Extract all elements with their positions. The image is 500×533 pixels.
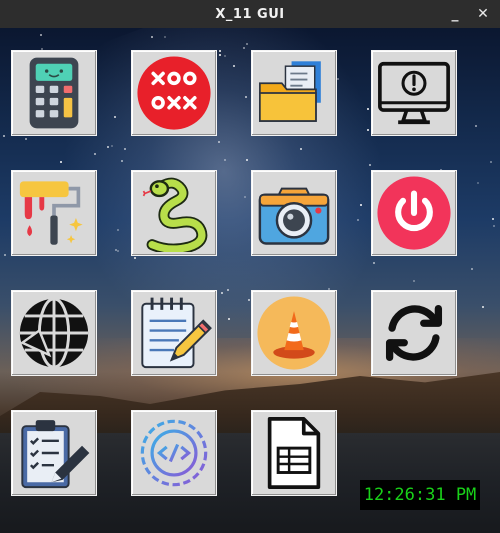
star xyxy=(117,229,119,231)
star xyxy=(94,153,96,155)
star xyxy=(357,219,359,221)
camera-icon xyxy=(258,187,330,245)
digital-clock: 12:26:31 PM xyxy=(360,480,480,510)
notepad-pencil-icon xyxy=(141,297,212,369)
star xyxy=(493,225,495,227)
star xyxy=(413,280,415,282)
star xyxy=(164,36,166,38)
star xyxy=(482,306,484,308)
star xyxy=(115,249,117,251)
app-tile-tasks[interactable] xyxy=(11,410,97,496)
star xyxy=(300,148,302,150)
star xyxy=(245,96,247,98)
star xyxy=(218,141,220,143)
close-icon: ✕ xyxy=(477,6,489,22)
clipboard-checklist-icon xyxy=(21,420,90,489)
star xyxy=(244,196,246,198)
star xyxy=(107,146,109,148)
tic-tac-toe-icon xyxy=(137,56,211,130)
star xyxy=(151,36,153,38)
star xyxy=(4,254,6,256)
star xyxy=(369,164,371,166)
app-tile-developer[interactable] xyxy=(131,410,217,496)
globe-navigation-icon xyxy=(19,297,89,369)
app-tile-file-manager[interactable] xyxy=(251,50,337,136)
desktop: 12:26:31 PM xyxy=(0,28,500,533)
star xyxy=(246,43,248,45)
star xyxy=(246,159,248,161)
star xyxy=(40,34,42,36)
python-snake-icon xyxy=(142,177,208,252)
close-button[interactable]: ✕ xyxy=(472,3,494,25)
folder-files-icon xyxy=(259,61,321,122)
star xyxy=(492,218,494,220)
star xyxy=(337,78,339,80)
app-tile-system-alert[interactable] xyxy=(371,50,457,136)
code-gear-icon xyxy=(140,419,208,487)
star xyxy=(25,138,27,140)
star xyxy=(224,55,226,57)
star xyxy=(367,108,369,110)
star xyxy=(219,54,221,56)
star xyxy=(475,125,477,127)
window-titlebar: X_11 GUI _ ✕ xyxy=(0,0,500,28)
star xyxy=(117,250,119,252)
star xyxy=(243,47,245,49)
star xyxy=(227,289,229,291)
monitor-alert-icon xyxy=(378,61,450,125)
star xyxy=(477,182,479,184)
star xyxy=(471,268,473,270)
minimize-icon: _ xyxy=(451,6,459,22)
app-tile-paint[interactable] xyxy=(11,170,97,256)
star xyxy=(367,129,369,131)
power-icon xyxy=(377,176,451,250)
star xyxy=(248,299,250,301)
app-tile-camera[interactable] xyxy=(251,170,337,256)
star xyxy=(114,116,116,118)
calculator-icon xyxy=(29,57,79,129)
refresh-icon xyxy=(385,304,443,362)
app-tile-browser[interactable] xyxy=(11,290,97,376)
app-tile-tic-tac-toe[interactable] xyxy=(131,50,217,136)
star xyxy=(3,135,5,137)
app-tile-media-player[interactable] xyxy=(251,290,337,376)
star xyxy=(373,262,375,264)
app-tile-notepad[interactable] xyxy=(131,290,217,376)
star xyxy=(224,159,226,161)
app-tile-spreadsheet[interactable] xyxy=(251,410,337,496)
vlc-cone-icon xyxy=(257,296,331,370)
app-tile-calculator[interactable] xyxy=(11,50,97,136)
star xyxy=(233,65,235,67)
star xyxy=(134,257,136,259)
minimize-button[interactable]: _ xyxy=(444,3,466,25)
window-title: X_11 GUI xyxy=(215,6,285,22)
star xyxy=(121,160,123,162)
app-tile-refresh[interactable] xyxy=(371,290,457,376)
star xyxy=(228,318,230,320)
star xyxy=(221,292,223,294)
app-tile-python[interactable] xyxy=(131,170,217,256)
star xyxy=(111,145,113,147)
star xyxy=(124,148,126,150)
paint-roller-icon xyxy=(19,181,83,245)
spreadsheet-document-icon xyxy=(267,417,321,489)
star xyxy=(60,161,62,163)
star xyxy=(490,161,492,163)
app-tile-power[interactable] xyxy=(371,170,457,256)
star xyxy=(219,50,221,52)
star xyxy=(360,204,362,206)
